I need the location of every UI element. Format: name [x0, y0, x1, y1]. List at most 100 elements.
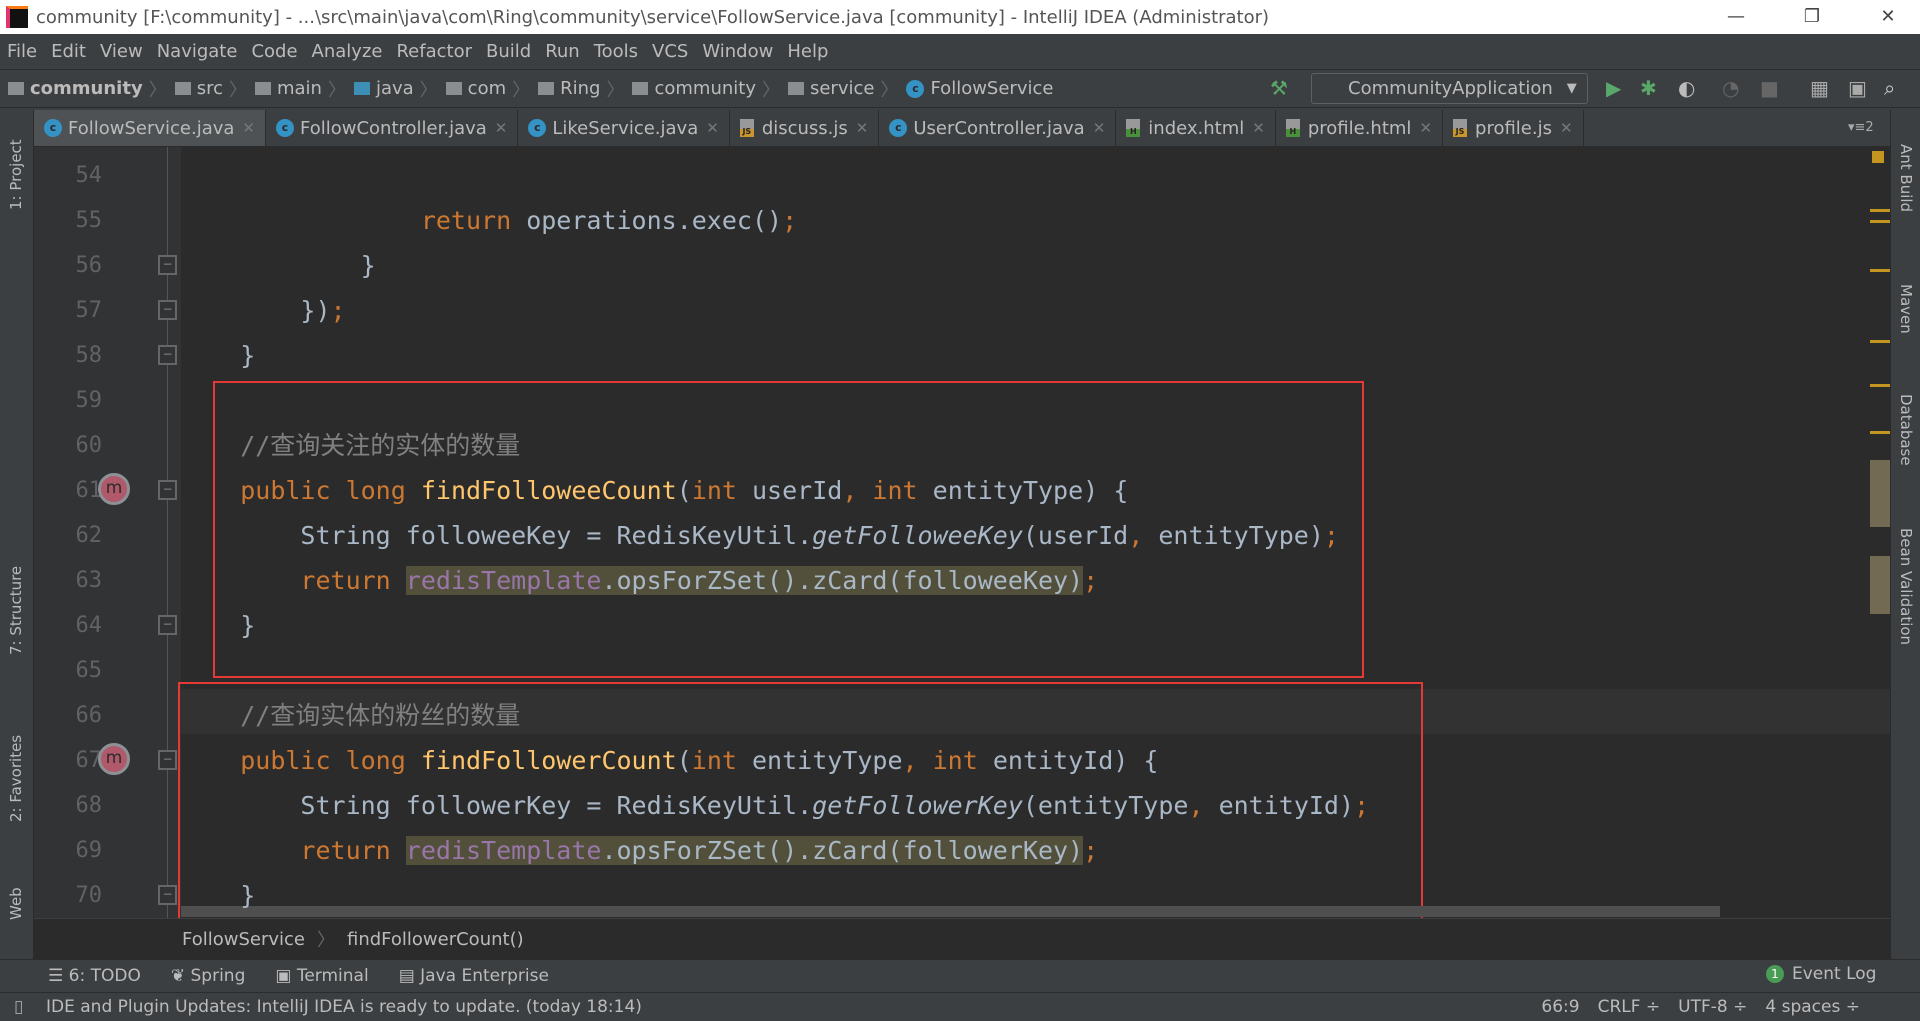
- code-token: ;: [1083, 566, 1099, 595]
- close-tab-icon[interactable]: ✕: [1419, 119, 1432, 137]
- search-icon[interactable]: ⌕: [1884, 76, 1895, 100]
- status-message[interactable]: IDE and Plugin Updates: IntelliJ IDEA is…: [46, 997, 642, 1017]
- close-tab-icon[interactable]: ✕: [1252, 119, 1265, 137]
- menu-help[interactable]: Help: [780, 41, 835, 62]
- breadcrumb-item[interactable]: com 〉: [438, 76, 530, 102]
- project-structure-icon[interactable]: ▦: [1810, 76, 1829, 100]
- event-log-button[interactable]: 1 Event Log: [1766, 964, 1876, 984]
- stripe-mark[interactable]: [1870, 269, 1890, 272]
- run-configuration-select[interactable]: CommunityApplication ▼: [1311, 73, 1588, 104]
- close-tab-icon[interactable]: ✕: [856, 119, 869, 137]
- menu-edit[interactable]: Edit: [44, 41, 93, 62]
- code-token: }: [180, 881, 256, 910]
- coverage-icon[interactable]: ◐: [1678, 76, 1695, 100]
- indent-setting[interactable]: 4 spaces ÷: [1765, 997, 1860, 1017]
- fold-collapse-icon[interactable]: −: [158, 480, 177, 500]
- tool-terminal[interactable]: ▣ Terminal: [275, 966, 368, 986]
- fold-end-icon[interactable]: −: [158, 615, 177, 635]
- tool-favorites[interactable]: 2: Favorites: [7, 735, 25, 822]
- code-editor[interactable]: 54 55 return operations.exec(); 56 − } 57 − }…: [34, 147, 1890, 918]
- profile-icon[interactable]: ◔: [1722, 76, 1739, 100]
- close-tab-icon[interactable]: ✕: [706, 119, 719, 137]
- code-token: redisTemplate: [405, 836, 602, 865]
- fold-collapse-icon[interactable]: −: [158, 750, 177, 770]
- chevron-down-icon: ▼: [1566, 81, 1577, 96]
- breadcrumb-method[interactable]: findFollowerCount(): [347, 929, 524, 950]
- build-hammer-icon[interactable]: ⚒: [1270, 76, 1288, 100]
- stripe-mark[interactable]: [1870, 431, 1890, 434]
- tab-usercontroller-java[interactable]: c UserController.java ✕: [879, 110, 1117, 146]
- tool-database[interactable]: Database: [1897, 394, 1915, 466]
- close-tab-icon[interactable]: ✕: [242, 119, 255, 137]
- tab-followservice-java[interactable]: c FollowService.java ✕: [34, 110, 266, 146]
- breadcrumb-item[interactable]: src 〉: [167, 76, 247, 102]
- close-tab-icon[interactable]: ✕: [1093, 119, 1106, 137]
- fold-end-icon[interactable]: −: [158, 300, 177, 320]
- breadcrumb-item[interactable]: service 〉: [780, 76, 898, 102]
- tool-maven[interactable]: Maven: [1897, 284, 1915, 334]
- stripe-region[interactable]: [1870, 460, 1890, 527]
- override-method-icon[interactable]: m: [98, 473, 130, 505]
- minimize-button[interactable]: —: [1708, 0, 1764, 34]
- tool-todo[interactable]: ☰ 6: TODO: [48, 966, 141, 986]
- tool-ant-build[interactable]: Ant Build: [1897, 144, 1915, 212]
- close-tab-icon[interactable]: ✕: [495, 119, 508, 137]
- breadcrumb-item[interactable]: Ring 〉: [530, 76, 624, 102]
- caret-position[interactable]: 66:9: [1541, 997, 1579, 1017]
- override-method-icon[interactable]: m: [98, 743, 130, 775]
- menu-code[interactable]: Code: [244, 41, 304, 62]
- stripe-region[interactable]: [1870, 556, 1890, 614]
- fold-end-icon[interactable]: −: [158, 345, 177, 365]
- debug-bug-icon[interactable]: ✱: [1640, 76, 1657, 100]
- menu-run[interactable]: Run: [538, 41, 587, 62]
- breadcrumb-item[interactable]: community 〉: [624, 76, 780, 102]
- close-button[interactable]: ✕: [1860, 0, 1916, 34]
- breadcrumb-label: community: [30, 78, 143, 99]
- tab-followcontroller-java[interactable]: c FollowController.java ✕: [266, 110, 519, 146]
- tab-profile-html[interactable]: Hprofile.html ✕: [1276, 110, 1444, 146]
- line-separator[interactable]: CRLF ÷: [1598, 997, 1661, 1017]
- tab-likeservice-java[interactable]: c LikeService.java ✕: [518, 110, 730, 146]
- breadcrumb-item[interactable]: c FollowService: [898, 78, 1053, 99]
- tool-spring[interactable]: ❦ Spring: [171, 966, 246, 986]
- tool-bean-validation[interactable]: Bean Validation: [1897, 528, 1915, 645]
- code-token: entityType): [1158, 521, 1324, 550]
- menu-file[interactable]: File: [0, 41, 44, 62]
- tab-profile-js[interactable]: JS profile.js ✕: [1443, 110, 1584, 146]
- tab-index-html[interactable]: Hindex.html ✕: [1116, 110, 1276, 146]
- stripe-mark[interactable]: [1870, 209, 1890, 212]
- error-stripe[interactable]: [1866, 147, 1890, 918]
- tool-project[interactable]: 1: Project: [7, 139, 25, 210]
- tool-web[interactable]: Web: [7, 887, 25, 920]
- stop-icon[interactable]: ■: [1760, 76, 1779, 100]
- menu-vcs[interactable]: VCS: [645, 41, 695, 62]
- breadcrumb-item[interactable]: main 〉: [247, 76, 346, 102]
- close-tab-icon[interactable]: ✕: [1560, 119, 1573, 137]
- stripe-mark[interactable]: [1870, 340, 1890, 343]
- stripe-mark[interactable]: [1870, 220, 1890, 223]
- tool-javaenterprise[interactable]: ▤ Java Enterprise: [399, 966, 549, 986]
- tab-discuss-js[interactable]: JS discuss.js ✕: [730, 110, 880, 146]
- run-icon[interactable]: ▶: [1606, 76, 1621, 100]
- breadcrumb-item[interactable]: community 〉: [0, 76, 167, 102]
- maximize-button[interactable]: ❐: [1784, 0, 1840, 34]
- status-toggle-icon[interactable]: ▯: [14, 997, 23, 1017]
- menu-view[interactable]: View: [93, 41, 150, 62]
- stripe-mark[interactable]: [1870, 384, 1890, 387]
- breadcrumb-item[interactable]: java 〉: [346, 76, 438, 102]
- menu-navigate[interactable]: Navigate: [150, 41, 245, 62]
- menu-tools[interactable]: Tools: [587, 41, 645, 62]
- terminal-window-icon[interactable]: ▣: [1848, 76, 1867, 100]
- fold-end-icon[interactable]: −: [158, 885, 177, 905]
- inspection-status-icon[interactable]: [1872, 151, 1884, 163]
- menu-refactor[interactable]: Refactor: [389, 41, 479, 62]
- menu-analyze[interactable]: Analyze: [305, 41, 390, 62]
- tool-structure[interactable]: 7: Structure: [7, 566, 25, 655]
- breadcrumb-class[interactable]: FollowService: [182, 929, 305, 950]
- menu-window[interactable]: Window: [695, 41, 780, 62]
- horizontal-scrollbar[interactable]: [181, 906, 1720, 917]
- file-encoding[interactable]: UTF-8 ÷: [1678, 997, 1747, 1017]
- fold-end-icon[interactable]: −: [158, 255, 177, 275]
- menu-build[interactable]: Build: [479, 41, 538, 62]
- tab-list-icon[interactable]: ▾≡2: [1848, 120, 1874, 135]
